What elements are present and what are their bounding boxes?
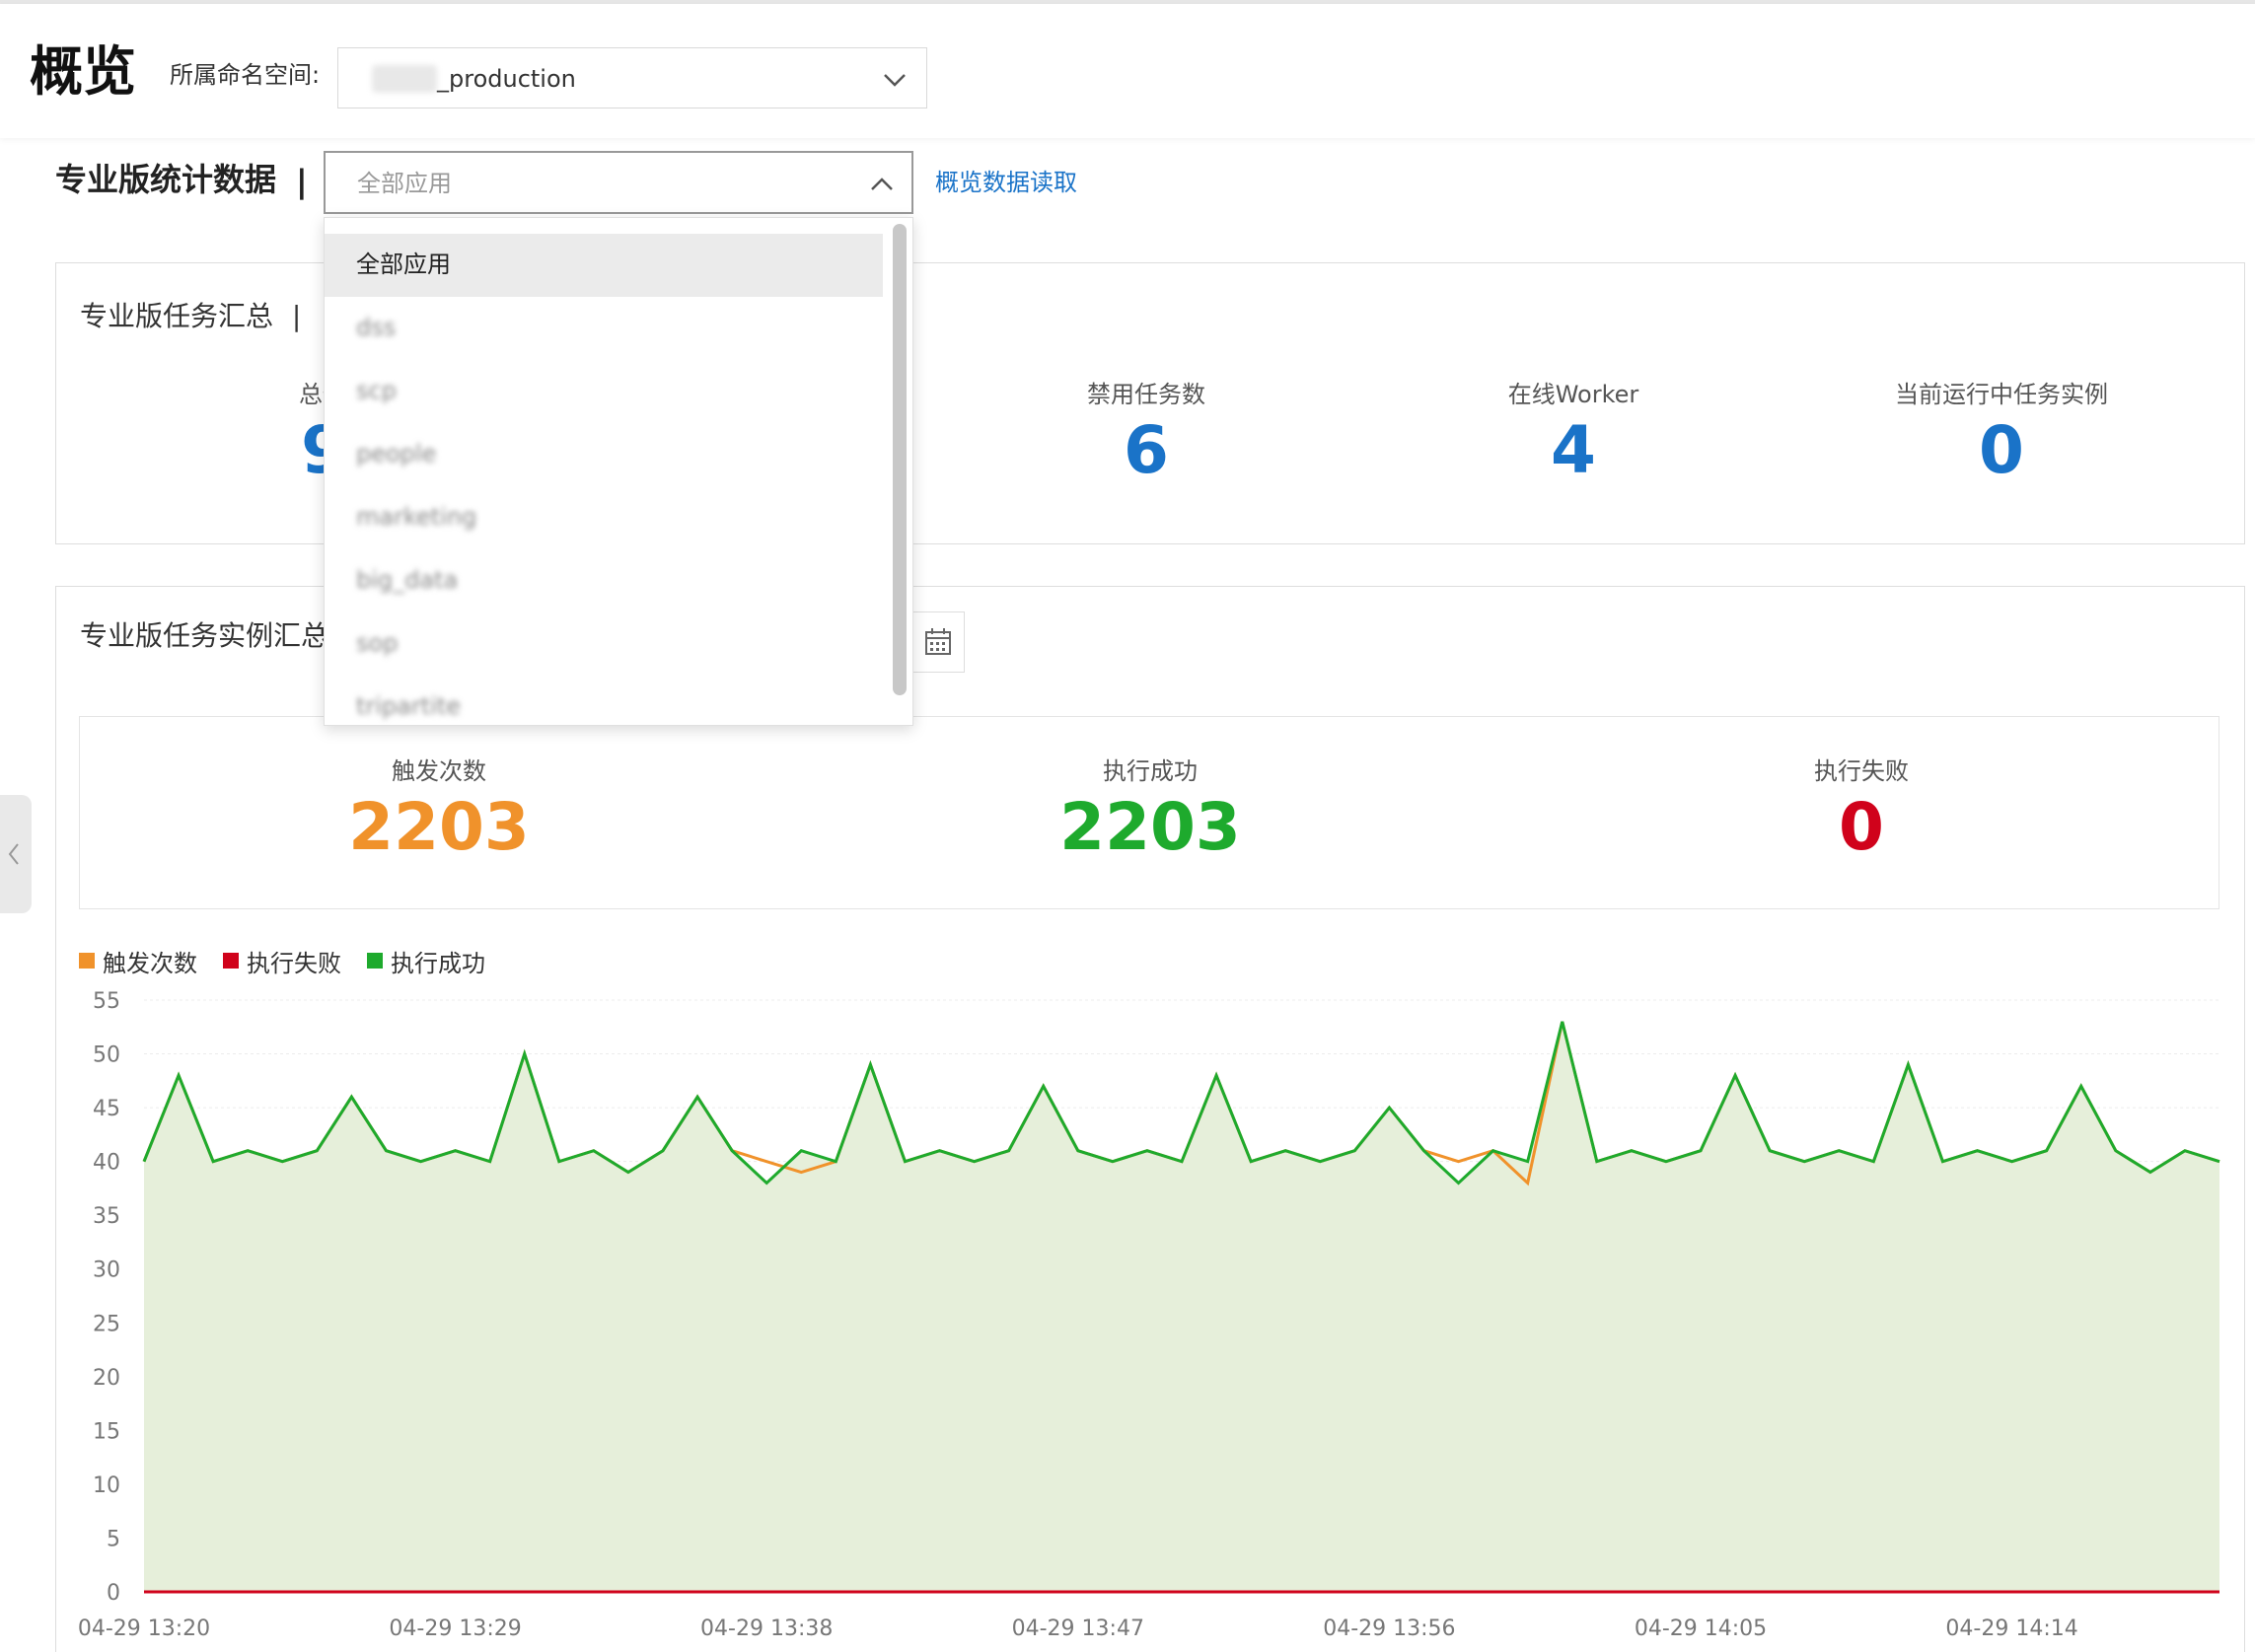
- stat-value: 0: [1839, 789, 1884, 865]
- dropdown-option[interactable]: marketing: [325, 486, 883, 549]
- x-tick-label: 04-29 14:14: [1945, 1616, 2077, 1641]
- app-select-dropdown: 全部应用 dss scp people marketing big_data s…: [324, 217, 913, 726]
- stat-exec-fail: 执行失败 0: [1743, 754, 1980, 867]
- stat-disabled-tasks: 禁用任务数 6: [1028, 378, 1265, 490]
- task-summary-title-text: 专业版任务汇总: [80, 300, 274, 332]
- stat-value: 4: [1551, 412, 1596, 488]
- y-tick-label: 30: [93, 1258, 120, 1283]
- stat-running-instances: 当前运行中任务实例 0: [1854, 378, 2149, 490]
- overview-data-read-link[interactable]: 概览数据读取: [935, 166, 1077, 199]
- dropdown-option[interactable]: big_data: [325, 549, 883, 612]
- namespace-label: 所属命名空间:: [170, 61, 321, 89]
- app-select-value: 全部应用: [357, 170, 452, 197]
- legend-swatch: [367, 953, 383, 969]
- dropdown-option[interactable]: tripartite: [325, 676, 883, 725]
- stat-value: 0: [1979, 412, 2024, 488]
- namespace-value: _production: [437, 65, 576, 93]
- y-tick-label: 55: [93, 989, 120, 1014]
- legend-swatch: [79, 953, 95, 969]
- task-summary-separator: |: [291, 300, 302, 332]
- stat-label: 触发次数: [392, 757, 486, 785]
- legend-item-fail[interactable]: 执行失败: [223, 944, 341, 978]
- instance-line-chart: 555045403530252015105004-29 13:20 04-29 1…: [78, 989, 2220, 1641]
- date-picker-button[interactable]: [909, 611, 965, 673]
- instance-stats-box: 触发次数 2203 执行成功 2203 执行失败 0: [79, 716, 2219, 909]
- stat-label: 在线Worker: [1507, 381, 1639, 408]
- y-tick-label: 40: [93, 1151, 120, 1176]
- chevron-up-icon: [871, 178, 893, 190]
- y-tick-label: 35: [93, 1204, 120, 1229]
- y-tick-label: 0: [107, 1581, 120, 1606]
- section-title: 专业版统计数据: [55, 161, 277, 198]
- page-header: 概览 所属命名空间: _production: [0, 4, 2255, 138]
- x-tick-label: 04-29 13:47: [1012, 1616, 1144, 1641]
- success-area-fill: [144, 1021, 2219, 1592]
- y-tick-label: 25: [93, 1312, 120, 1336]
- chevron-down-icon: [884, 74, 906, 87]
- sidebar-collapse-handle[interactable]: [0, 795, 32, 913]
- x-tick-label: 04-29 13:20: [78, 1616, 210, 1641]
- dropdown-option-label: big_data: [356, 566, 459, 594]
- y-tick-label: 10: [93, 1473, 120, 1498]
- dropdown-option[interactable]: scp: [325, 360, 883, 423]
- dropdown-option-label: people: [356, 440, 437, 467]
- dropdown-option-label: sop: [356, 629, 399, 657]
- namespace-redacted: [372, 65, 437, 93]
- dropdown-option-label: dss: [356, 314, 397, 341]
- dropdown-option-label: marketing: [356, 503, 477, 531]
- dropdown-scrollbar[interactable]: [893, 224, 907, 695]
- x-tick-label: 04-29 13:29: [389, 1616, 521, 1641]
- legend-item-trigger[interactable]: 触发次数: [79, 944, 197, 978]
- task-summary-title: 专业版任务汇总 |: [80, 297, 301, 336]
- stat-label: 执行成功: [1103, 757, 1198, 785]
- legend-label: 执行失败: [247, 949, 341, 977]
- legend-label: 触发次数: [103, 949, 197, 977]
- stat-value: 6: [1124, 412, 1169, 488]
- dropdown-option-all[interactable]: 全部应用: [325, 234, 883, 297]
- dropdown-option[interactable]: people: [325, 423, 883, 486]
- chart-legend: 触发次数 执行失败 执行成功: [79, 943, 485, 978]
- dropdown-option-label: tripartite: [356, 692, 462, 720]
- stat-online-worker: 在线Worker 4: [1455, 378, 1692, 490]
- dropdown-option-label: 全部应用: [356, 251, 451, 278]
- y-tick-label: 45: [93, 1097, 120, 1121]
- app-select[interactable]: 全部应用: [324, 151, 913, 214]
- y-tick-label: 20: [93, 1366, 120, 1391]
- dropdown-option[interactable]: dss: [325, 297, 883, 360]
- y-tick-label: 50: [93, 1043, 120, 1068]
- stat-trigger-count: 触发次数 2203: [321, 754, 557, 867]
- stat-exec-success: 执行成功 2203: [1032, 754, 1269, 867]
- x-tick-label: 04-29 13:38: [700, 1616, 833, 1641]
- y-tick-label: 15: [93, 1419, 120, 1444]
- legend-item-success[interactable]: 执行成功: [367, 944, 485, 978]
- stat-label: 执行失败: [1814, 757, 1909, 785]
- instance-summary-title: 专业版任务实例汇总: [80, 619, 329, 652]
- y-tick-label: 5: [107, 1527, 120, 1551]
- section-separator: |: [296, 163, 308, 200]
- calendar-icon: [925, 628, 951, 655]
- dropdown-option-label: scp: [356, 377, 397, 404]
- stat-value: 2203: [1059, 789, 1241, 865]
- stat-label: 当前运行中任务实例: [1895, 381, 2108, 408]
- legend-label: 执行成功: [391, 949, 485, 977]
- page-title: 概览: [30, 40, 136, 103]
- stat-value: 2203: [348, 789, 530, 865]
- x-tick-label: 04-29 13:56: [1323, 1616, 1455, 1641]
- chevron-left-icon: [8, 843, 19, 865]
- stat-label: 禁用任务数: [1087, 381, 1205, 408]
- namespace-select[interactable]: _production: [337, 47, 927, 108]
- legend-swatch: [223, 953, 239, 969]
- dropdown-option[interactable]: sop: [325, 612, 883, 676]
- x-tick-label: 04-29 14:05: [1635, 1616, 1767, 1641]
